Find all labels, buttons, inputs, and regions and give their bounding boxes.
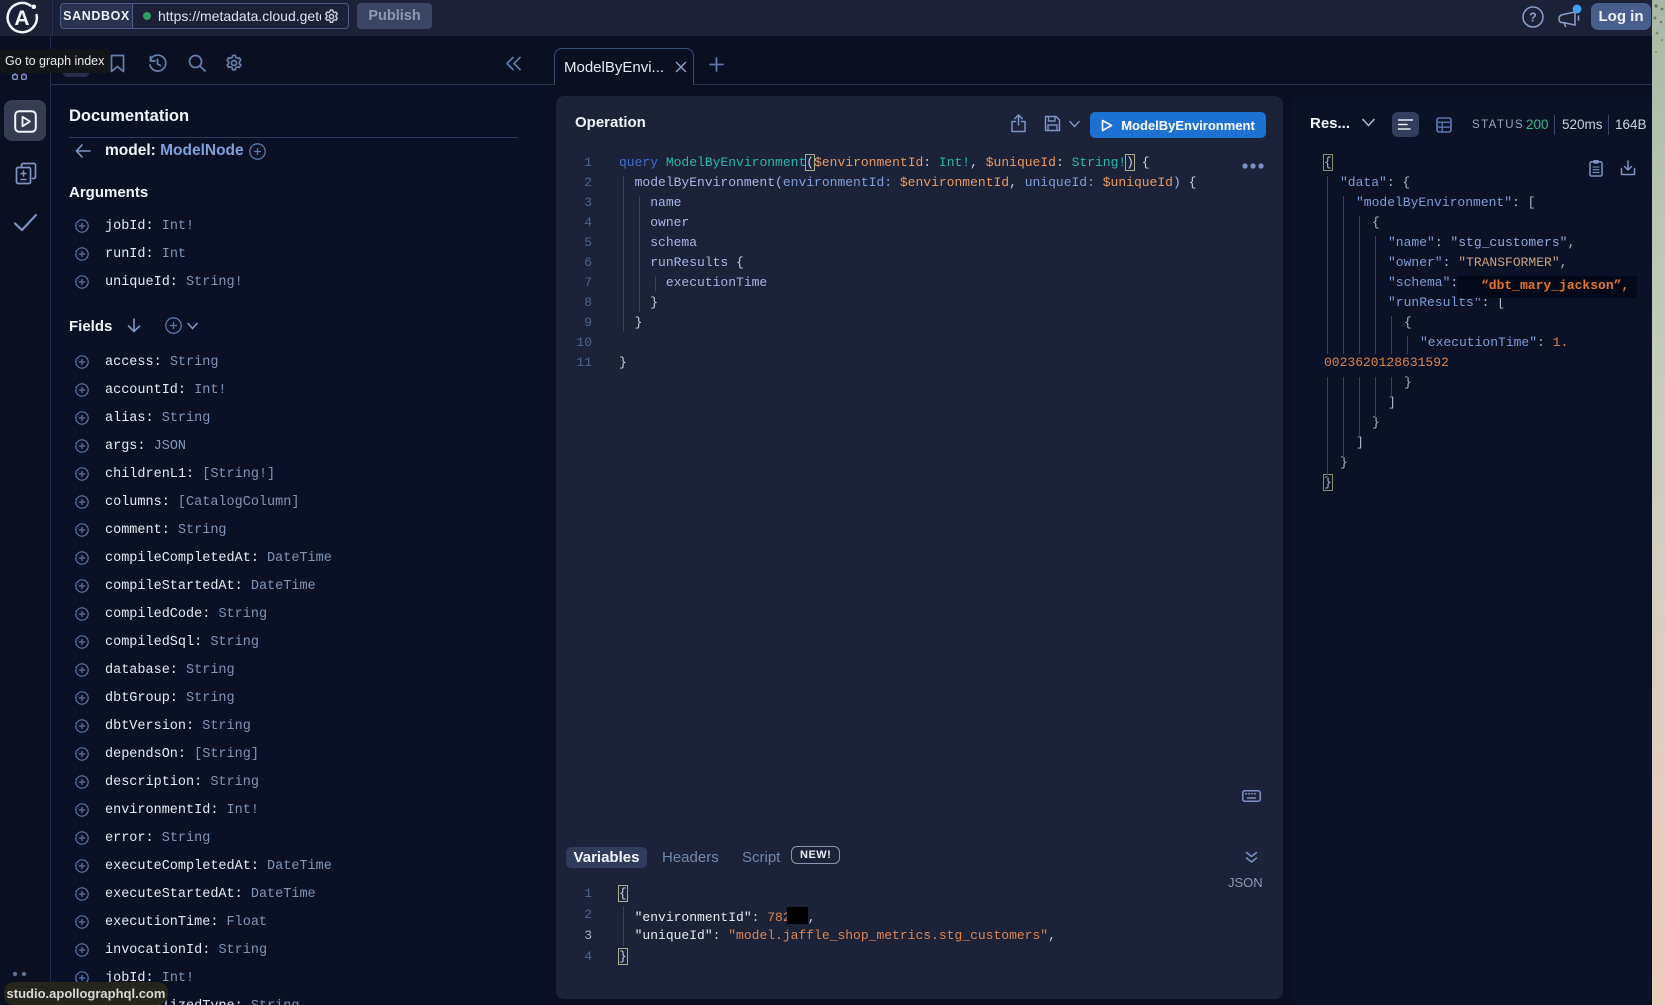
svg-text:A: A xyxy=(14,7,29,30)
svg-text:?: ? xyxy=(1529,11,1537,25)
